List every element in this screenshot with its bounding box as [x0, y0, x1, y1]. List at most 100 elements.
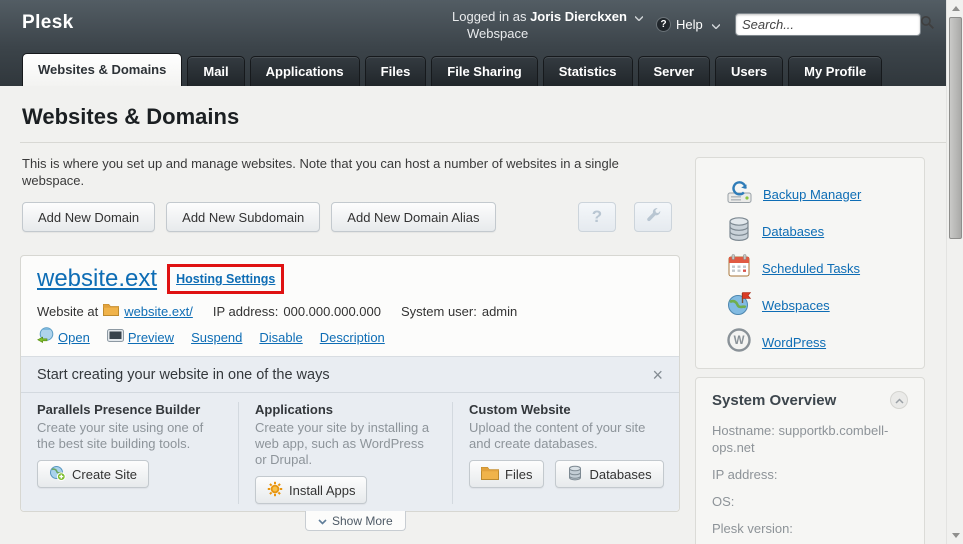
sidebar-item-wordpress[interactable]: W WordPress [726, 324, 924, 361]
user-scope: Webspace [467, 26, 529, 41]
files-button[interactable]: Files [469, 460, 545, 488]
logged-in-as-label: Logged in as [452, 9, 527, 24]
website-info-row: Website at website.ext/ IP address: 000.… [21, 294, 679, 319]
tab-statistics[interactable]: Statistics [542, 56, 633, 86]
system-user-value: admin [481, 303, 518, 319]
domain-link[interactable]: website.ext [37, 265, 157, 293]
database-icon [567, 465, 583, 484]
databases-button[interactable]: Databases [555, 460, 664, 488]
ip-address-row: IP address: [712, 467, 778, 482]
backup-manager-icon [726, 179, 753, 211]
calendar-icon [726, 253, 752, 284]
page-description: This is where you set up and manage webs… [22, 156, 619, 188]
tab-server[interactable]: Server [637, 56, 710, 86]
main-nav-tabs: Websites & Domains Mail Applications Fil… [22, 53, 887, 86]
tab-file-sharing[interactable]: File Sharing [431, 56, 538, 86]
sidebar-shortcuts-card: Backup Manager Databases Scheduled Tasks… [695, 157, 925, 369]
help-button[interactable]: ? [578, 202, 616, 232]
open-link[interactable]: Open [58, 330, 90, 345]
wordpress-icon: W [726, 327, 752, 358]
tab-my-profile[interactable]: My Profile [788, 56, 883, 86]
wrench-icon [644, 206, 662, 229]
annotation-red-box: Hosting Settings [167, 264, 285, 294]
close-icon[interactable]: × [652, 366, 663, 384]
column-description: Upload the content of your site and crea… [469, 420, 646, 451]
tab-users[interactable]: Users [715, 56, 784, 86]
ip-label: IP address: [212, 303, 279, 319]
add-new-subdomain-button[interactable]: Add New Subdomain [166, 202, 321, 232]
system-overview-rows: Hostname: supportkb.combell-ops.net IP a… [712, 409, 908, 537]
suspend-link[interactable]: Suspend [191, 330, 242, 345]
website-path-link[interactable]: website.ext/ [124, 304, 193, 319]
getting-started-panel: Start creating your website in one of th… [21, 356, 679, 511]
database-icon [726, 216, 752, 247]
globe-flag-icon [726, 290, 752, 321]
sidebar-link[interactable]: Webspaces [762, 298, 830, 313]
tab-websites-domains[interactable]: Websites & Domains [22, 53, 183, 86]
sidebar-item-webspaces[interactable]: Webspaces [726, 287, 924, 324]
os-row: OS: [712, 494, 735, 509]
hosting-settings-link[interactable]: Hosting Settings [176, 272, 275, 286]
column-title: Custom Website [469, 402, 571, 417]
sidebar-item-backup-manager[interactable]: Backup Manager [726, 176, 924, 213]
install-apps-label: Install Apps [288, 482, 356, 498]
help-menu[interactable]: ? Help [656, 17, 721, 32]
sidebar-link[interactable]: WordPress [762, 335, 826, 350]
sidebar-link[interactable]: Databases [762, 224, 824, 239]
plesk-logo: Plesk [22, 12, 74, 33]
scrollbar-thumb[interactable] [949, 17, 962, 239]
collapse-button[interactable] [890, 391, 908, 409]
description-link[interactable]: Description [320, 330, 385, 345]
user-name: Joris Dierckxen [530, 9, 627, 24]
top-header: Plesk Logged in as Joris Dierckxen Websp… [0, 0, 946, 86]
preview-link[interactable]: Preview [128, 330, 174, 345]
column-applications: Applications Create your site by install… [239, 402, 453, 504]
open-site-icon [37, 327, 54, 348]
page-title: Websites & Domains [22, 104, 240, 129]
help-label: Help [676, 17, 703, 32]
tab-mail[interactable]: Mail [187, 56, 245, 86]
svg-text:W: W [734, 335, 745, 347]
column-custom-website: Custom Website Upload the content of you… [453, 402, 679, 504]
vertical-scrollbar[interactable] [946, 0, 963, 544]
sidebar-link[interactable]: Scheduled Tasks [762, 261, 860, 276]
create-site-label: Create Site [72, 466, 138, 482]
show-more-button[interactable]: Show More [305, 511, 406, 531]
add-new-domain-button[interactable]: Add New Domain [22, 202, 156, 232]
scroll-up-button[interactable] [947, 0, 963, 17]
tab-files[interactable]: Files [364, 56, 427, 86]
folder-icon [481, 466, 499, 483]
disable-link[interactable]: Disable [259, 330, 302, 345]
globe-plus-icon [49, 465, 66, 484]
toolbar-right: ? [578, 202, 672, 232]
column-presence-builder: Parallels Presence Builder Create your s… [21, 402, 239, 504]
chevron-down-icon [711, 17, 721, 32]
hostname-row: Hostname: supportkb.combell-ops.net [712, 423, 889, 455]
scroll-down-button[interactable] [947, 527, 963, 544]
search-box[interactable] [735, 13, 934, 36]
add-new-domain-alias-button[interactable]: Add New Domain Alias [331, 202, 496, 232]
install-apps-button[interactable]: Install Apps [254, 476, 368, 504]
getting-started-columns: Parallels Presence Builder Create your s… [21, 393, 679, 504]
system-user-label: System user: [400, 303, 477, 319]
sidebar-item-databases[interactable]: Databases [726, 213, 924, 250]
sidebar-link[interactable]: Backup Manager [763, 187, 861, 202]
ip-value: 000.000.000.000 [283, 303, 381, 319]
user-menu[interactable]: Logged in as Joris Dierckxen Webspace [452, 8, 644, 42]
chevron-down-icon [318, 514, 327, 528]
chevron-down-icon [634, 8, 644, 25]
plesk-version-row: Plesk version: [712, 521, 793, 536]
system-overview-card: System Overview Hostname: supportkb.comb… [695, 377, 925, 544]
triangle-down-icon [951, 533, 960, 538]
column-title: Parallels Presence Builder [37, 402, 201, 417]
tools-button[interactable] [634, 202, 672, 232]
search-input[interactable] [742, 17, 920, 32]
website-at-label: Website at [37, 303, 99, 319]
show-more-label: Show More [332, 513, 393, 528]
tab-applications[interactable]: Applications [249, 56, 360, 86]
column-title: Applications [254, 402, 333, 417]
search-icon[interactable] [920, 15, 935, 35]
create-site-button[interactable]: Create Site [37, 460, 150, 488]
sidebar-item-scheduled-tasks[interactable]: Scheduled Tasks [726, 250, 924, 287]
help-icon: ? [656, 17, 671, 32]
